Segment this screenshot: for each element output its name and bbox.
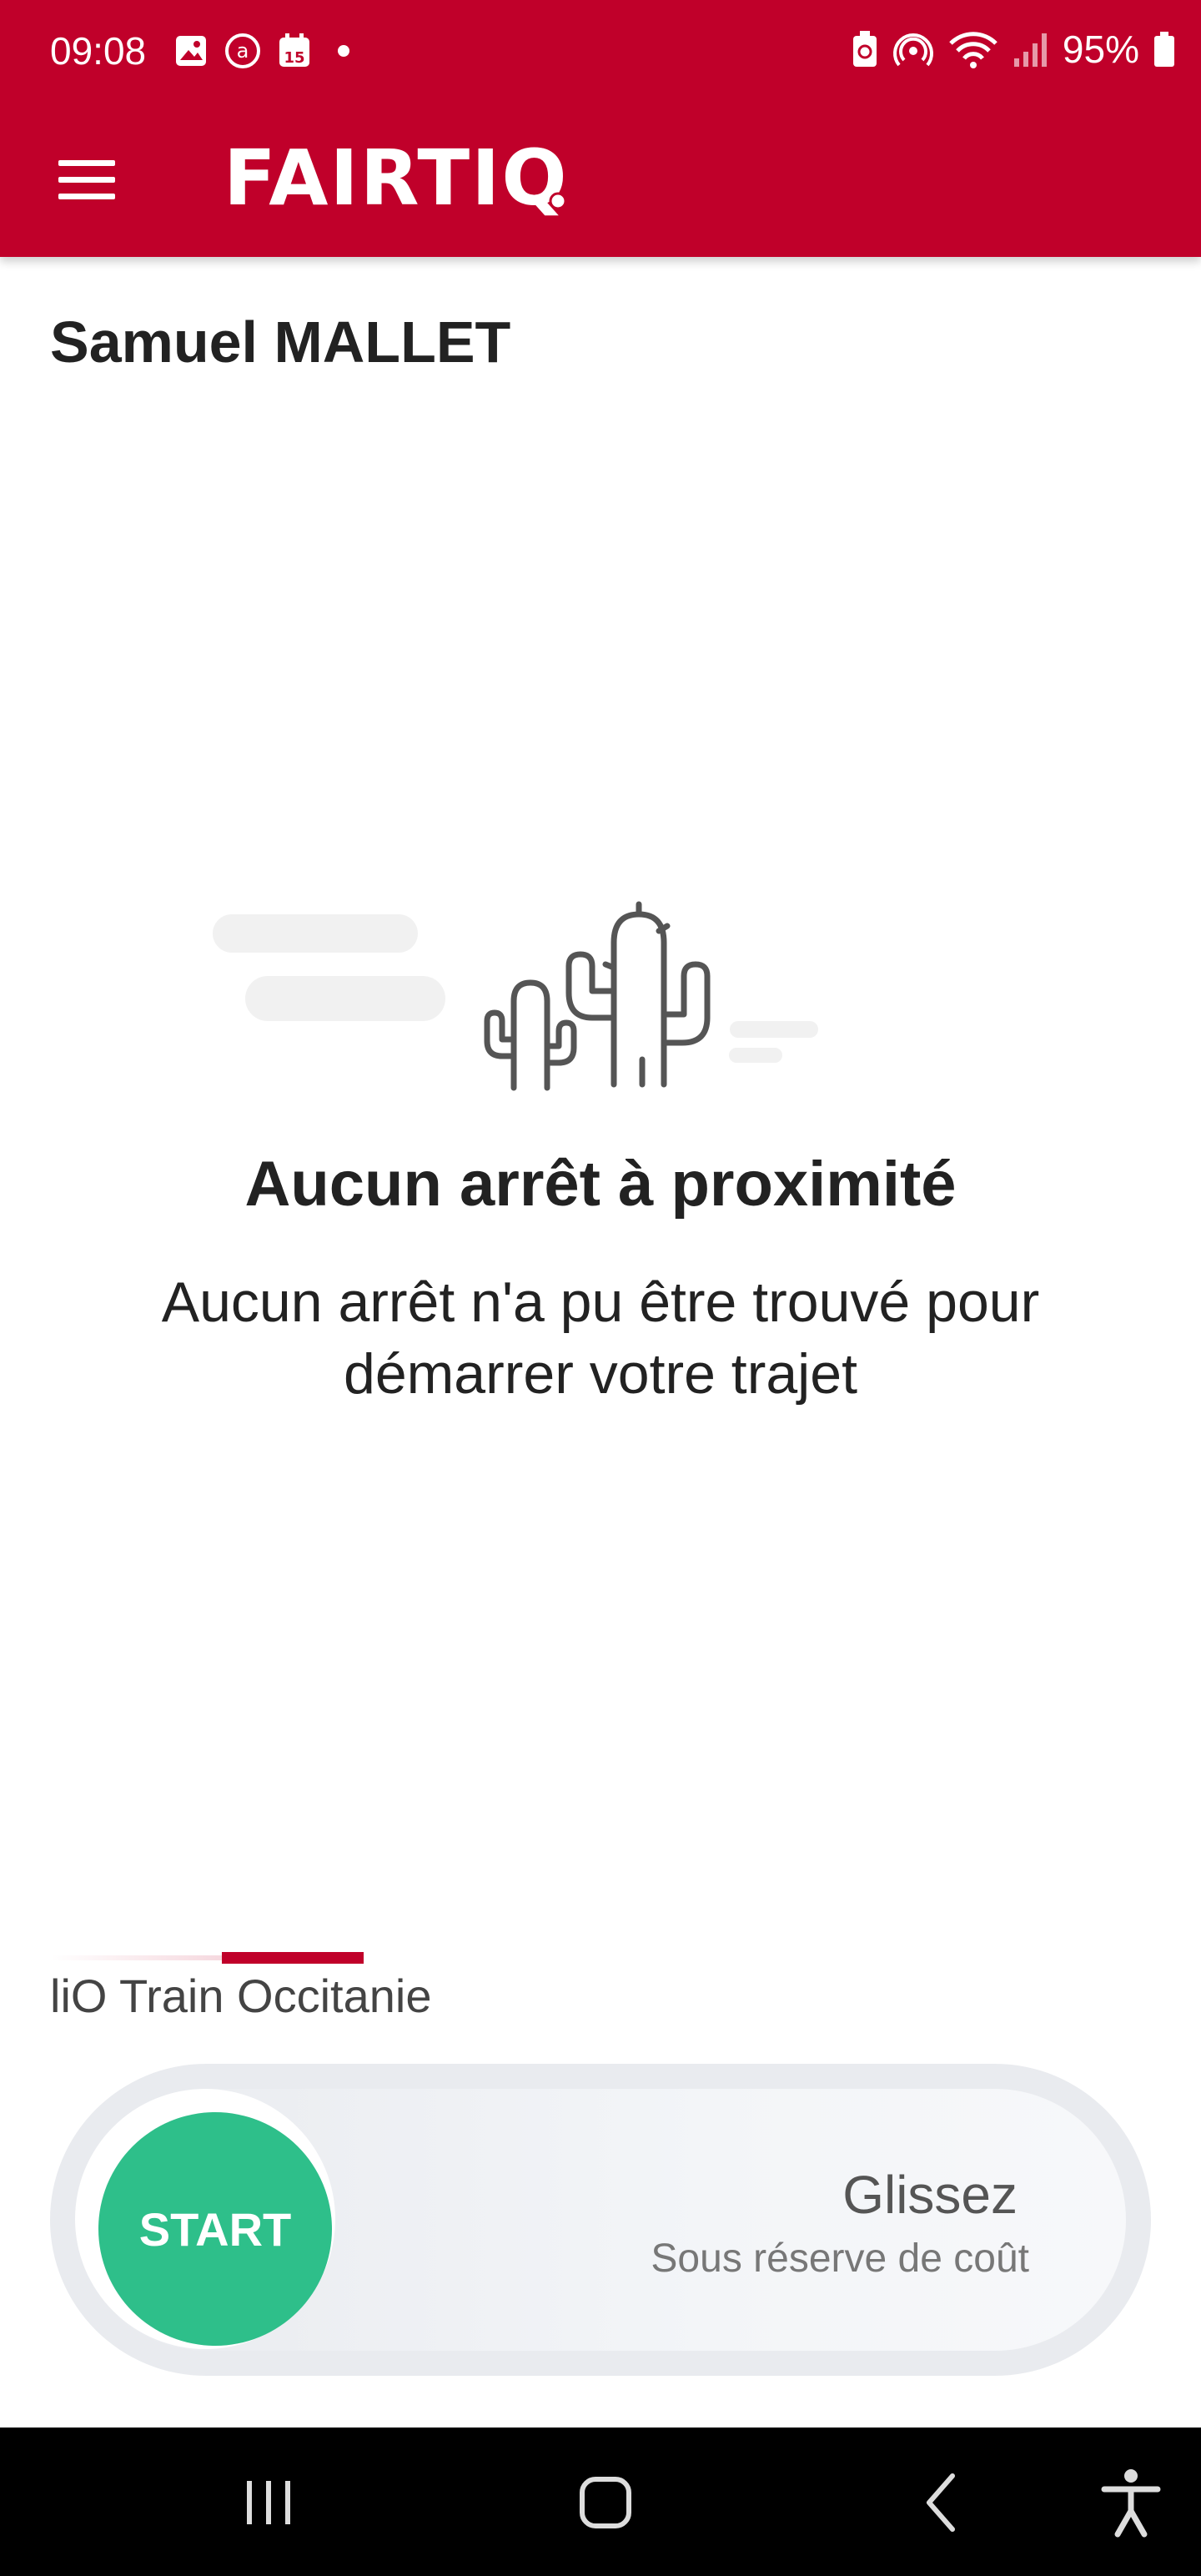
- hamburger-menu-icon[interactable]: [57, 148, 120, 212]
- user-name: Samuel MALLET: [50, 309, 511, 375]
- calendar-icon: 15: [279, 33, 309, 67]
- cactus-icon: [213, 901, 818, 1091]
- at-sign-icon: a: [225, 33, 260, 68]
- system-nav-bar: [0, 2428, 1201, 2576]
- status-left-icons: a 15: [173, 32, 360, 70]
- status-time: 09:08: [50, 29, 147, 73]
- hotspot-icon: [892, 33, 933, 67]
- signal-icon: [1013, 33, 1047, 67]
- tab-indicator-track: [50, 1955, 222, 1960]
- empty-state-title: Aucun arrêt à proximité: [244, 1149, 957, 1220]
- status-right-icons: 95%: [851, 27, 1176, 72]
- recent-apps-icon[interactable]: [227, 2461, 310, 2544]
- slide-hint: Glissez: [842, 2165, 1018, 2225]
- dot-icon: [338, 45, 349, 57]
- battery-percent: 95%: [1062, 28, 1139, 71]
- start-button[interactable]: START: [98, 2112, 332, 2346]
- app-bar: FAIRTIQ: [0, 103, 1201, 257]
- battery-icon: [1154, 32, 1174, 67]
- battery-saver-icon: [852, 31, 877, 67]
- gallery-icon: [176, 36, 206, 66]
- logo-text: FAIRTIQ: [224, 133, 569, 223]
- accessibility-icon[interactable]: [1089, 2461, 1173, 2544]
- empty-state-description: Aucun arrêt n'a pu être trouvé pour déma…: [161, 1270, 1040, 1406]
- calendar-day: 15: [284, 49, 304, 67]
- fairtiq-logo: FAIRTIQ: [224, 132, 569, 224]
- operator-tab[interactable]: liO Train Occitanie: [50, 1969, 432, 2023]
- logo-dot-icon: [549, 192, 567, 210]
- back-icon[interactable]: [901, 2461, 984, 2544]
- wifi-icon: [949, 32, 997, 68]
- tab-indicator: [222, 1952, 364, 1964]
- home-icon[interactable]: [564, 2461, 647, 2544]
- top-bar: 09:08 a 15 95% FAIRTIQ: [0, 0, 1201, 257]
- svg-text:a: a: [237, 39, 249, 63]
- start-slider[interactable]: Glissez Sous réserve de coût START: [50, 2064, 1151, 2376]
- status-bar: 09:08 a 15 95%: [0, 0, 1201, 103]
- slide-subtext: Sous réserve de coût: [651, 2236, 1029, 2281]
